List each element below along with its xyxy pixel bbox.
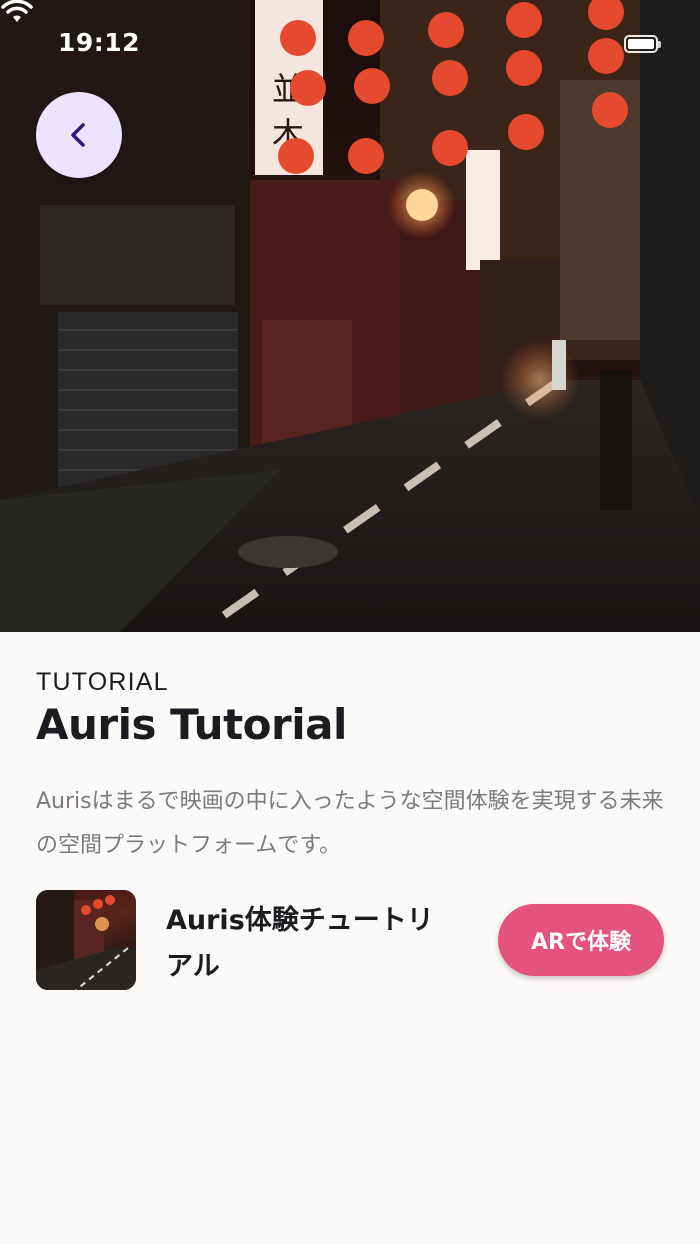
tutorial-thumbnail: [36, 890, 136, 990]
status-bar: 19:12: [0, 0, 700, 90]
battery-icon: [624, 35, 661, 53]
status-time: 19:12: [58, 28, 141, 57]
description-text: Aurisはまるで映画の中に入ったような空間体験を実現する未来の空間プラットフォ…: [36, 789, 664, 858]
tutorial-list-item[interactable]: Auris体験チュートリアル ARで体験: [36, 890, 666, 992]
section-label: TUTORIAL: [36, 668, 169, 696]
ar-experience-button[interactable]: ARで体験: [498, 904, 664, 976]
hero-image: 並 木 19:12: [0, 0, 700, 632]
page-title: Auris Tutorial: [36, 700, 347, 749]
wifi-icon: [1, 0, 33, 22]
chevron-left-icon: [71, 123, 85, 147]
back-button[interactable]: [36, 92, 122, 178]
tutorial-item-title: Auris体験チュートリアル: [166, 905, 434, 982]
alley-photo: 並 木: [0, 0, 700, 632]
